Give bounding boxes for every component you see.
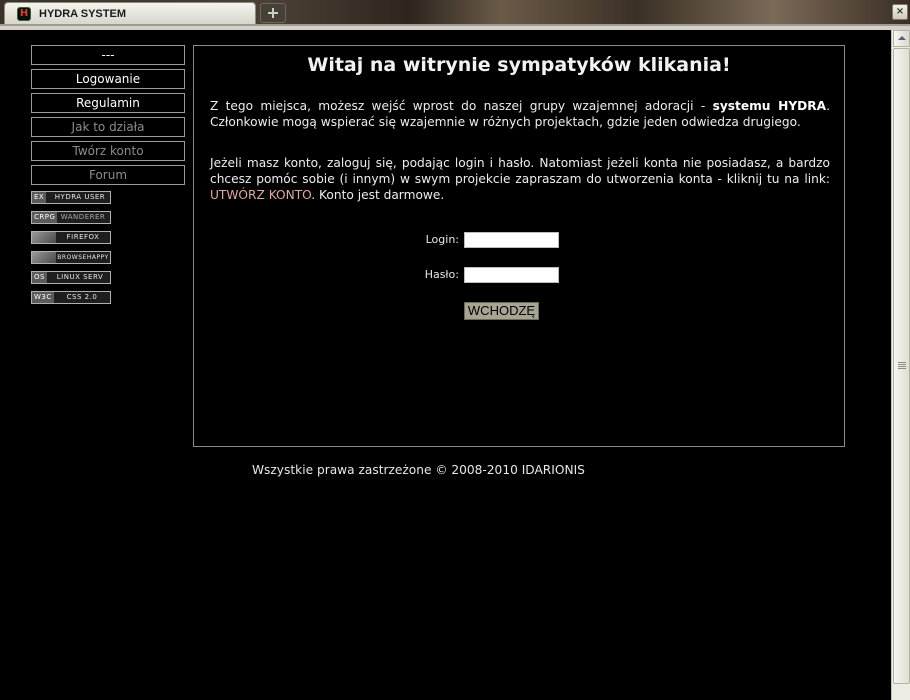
new-tab-plus-icon[interactable] bbox=[260, 3, 286, 23]
login-input[interactable] bbox=[464, 232, 559, 248]
sidebar-item-regulamin[interactable]: Regulamin bbox=[31, 93, 185, 113]
linux-serv-badge[interactable]: OS LINUX SERV bbox=[31, 271, 111, 284]
w3c-css-badge[interactable]: W3C CSS 2.0 bbox=[31, 291, 111, 304]
browser-tab[interactable]: H HYDRA SYSTEM bbox=[4, 2, 256, 24]
copyright-footer: Wszystkie prawa zastrzeżone © 2008-2010 … bbox=[252, 463, 585, 477]
hydra-user-badge[interactable]: EX HYDRA USER bbox=[31, 191, 111, 204]
password-input[interactable] bbox=[464, 267, 559, 283]
firefox-badge[interactable]: FIREFOX bbox=[31, 231, 111, 244]
vertical-scrollbar[interactable] bbox=[891, 30, 910, 700]
scroll-up-arrow-icon[interactable] bbox=[893, 30, 910, 47]
sidebar-item-logowanie[interactable]: Logowanie bbox=[31, 69, 185, 89]
page-title: Witaj na witrynie sympatyków klikania! bbox=[307, 54, 731, 76]
sidebar-item-jak-to-dziala[interactable]: Jak to działa bbox=[31, 117, 185, 137]
sidebar-item-tworz-konto[interactable]: Twórz konto bbox=[31, 141, 185, 161]
system-name: systemu HYDRA bbox=[712, 99, 827, 113]
login-submit-button[interactable]: WCHODZĘ bbox=[464, 302, 539, 320]
intro-paragraph: Z tego miejsca, możesz wejść wprost do n… bbox=[210, 99, 830, 129]
close-window-icon[interactable]: × bbox=[892, 4, 908, 20]
create-account-link[interactable]: UTWÓRZ KONTO bbox=[210, 188, 311, 202]
tab-title: HYDRA SYSTEM bbox=[39, 8, 126, 20]
browser-tab-bar: H HYDRA SYSTEM × bbox=[0, 0, 910, 26]
crpg-wanderer-badge[interactable]: CRPG WANDERER bbox=[31, 211, 111, 224]
scrollbar-grip bbox=[898, 362, 906, 369]
login-label: Login: bbox=[425, 233, 459, 246]
login-info-paragraph: Jeżeli masz konto, zaloguj się, podając … bbox=[210, 156, 830, 202]
browsehappy-badge[interactable]: BROWSEHAPPY bbox=[31, 251, 111, 264]
firefox-logo-icon bbox=[32, 232, 56, 243]
browsehappy-logo-icon bbox=[32, 252, 56, 263]
main-panel: Witaj na witrynie sympatyków klikania! Z… bbox=[193, 45, 845, 447]
hydra-favicon-icon: H bbox=[17, 7, 31, 21]
scrollbar-thumb[interactable] bbox=[893, 48, 910, 684]
sidebar-item-separator[interactable]: --- bbox=[31, 45, 185, 65]
sidebar-item-forum[interactable]: Forum bbox=[31, 165, 185, 185]
password-label: Hasło: bbox=[424, 268, 459, 281]
